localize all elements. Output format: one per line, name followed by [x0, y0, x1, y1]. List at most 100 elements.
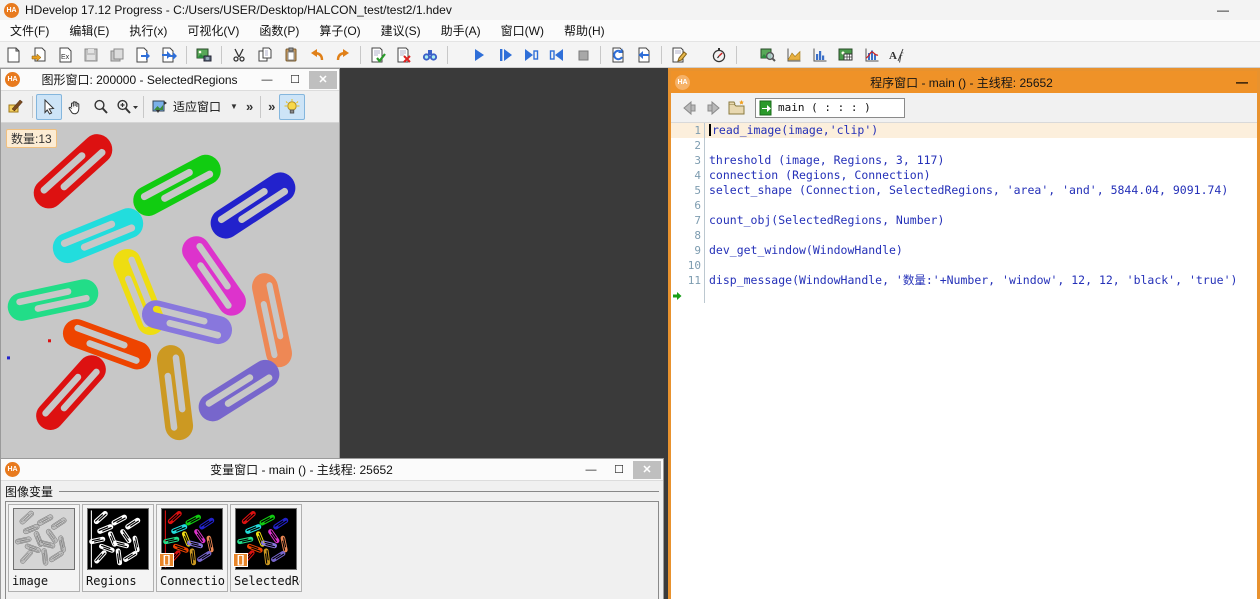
breakpoint-gutter[interactable]	[671, 138, 683, 153]
new-file-icon[interactable]	[1, 44, 25, 66]
step-into-icon[interactable]	[519, 44, 543, 66]
menu-item[interactable]: 文件(F)	[0, 19, 59, 42]
breakpoint-gutter[interactable]	[671, 123, 683, 138]
variable-tile-regions[interactable]: Regions	[82, 504, 154, 592]
feature-histogram-icon[interactable]	[860, 44, 884, 66]
variable-maximize-button[interactable]: ☐	[605, 461, 633, 479]
reset-program-icon[interactable]	[632, 44, 656, 66]
menu-item[interactable]: 帮助(H)	[554, 19, 615, 42]
graphics-window-title-bar[interactable]: HA 图形窗口: 200000 - SelectedRegions — ☐ ✕	[1, 69, 339, 91]
graphics-close-button[interactable]: ✕	[309, 70, 337, 89]
profiler-icon[interactable]	[707, 44, 731, 66]
code-editor[interactable]: 1 read_image(image,'clip') 2 3 threshold (im…	[671, 123, 1257, 599]
fit-window-combo[interactable]: 适应窗口 ▼	[147, 98, 242, 115]
load-program-icon[interactable]	[131, 44, 155, 66]
program-window-title-bar[interactable]: HA 程序窗口 - main () - 主线程: 25652 —	[671, 71, 1257, 93]
code-line[interactable]: 7 count_obj(SelectedRegions, Number)	[671, 213, 1257, 228]
code-line[interactable]: 2	[671, 138, 1257, 153]
graphics-toolbar: 适应窗口 ▼ » »	[1, 91, 339, 123]
graphics-minimize-button[interactable]: —	[253, 71, 281, 89]
run-icon[interactable]	[467, 44, 491, 66]
nav-forward-icon[interactable]	[701, 96, 725, 120]
deactivate-lines-icon[interactable]	[392, 44, 416, 66]
menu-item[interactable]: 算子(O)	[309, 19, 370, 42]
breakpoint-gutter[interactable]	[671, 153, 683, 168]
undo-icon[interactable]	[305, 44, 329, 66]
variable-tile-selectedregions[interactable]: [] SelectedRe	[230, 504, 302, 592]
activate-lines-icon[interactable]	[366, 44, 390, 66]
tuple-badge: []	[159, 553, 175, 567]
breakpoint-gutter[interactable]	[671, 258, 683, 273]
append-program-icon[interactable]	[157, 44, 181, 66]
save-icon[interactable]	[79, 44, 103, 66]
code-text: connection (Regions, Connection)	[709, 168, 931, 182]
bulb-suggestions-icon[interactable]	[279, 93, 306, 120]
code-line[interactable]: 1 read_image(image,'clip')	[671, 123, 1257, 138]
zoom-window-icon[interactable]	[756, 44, 780, 66]
toolbar-overflow-chevron-2[interactable]: »	[264, 99, 279, 114]
step-out-icon[interactable]	[545, 44, 569, 66]
menu-item[interactable]: 窗口(W)	[491, 19, 554, 42]
open-example-icon[interactable]: Ex	[53, 44, 77, 66]
step-over-icon[interactable]	[493, 44, 517, 66]
procedure-folder-icon[interactable]	[725, 96, 749, 120]
draw-parameters-icon[interactable]	[3, 94, 29, 120]
code-line[interactable]: 9 dev_get_window(WindowHandle)	[671, 243, 1257, 258]
code-line[interactable]: 3 threshold (image, Regions, 3, 117)	[671, 153, 1257, 168]
code-line[interactable]: 5 select_shape (Connection, SelectedRegio…	[671, 183, 1257, 198]
stop-icon[interactable]	[571, 44, 595, 66]
gray-profile-icon[interactable]	[782, 44, 806, 66]
breakpoint-gutter[interactable]	[671, 168, 683, 183]
menu-item[interactable]: 执行(x)	[119, 19, 177, 42]
menu-item[interactable]: 函数(P)	[249, 19, 309, 42]
variable-window-title-bar[interactable]: HA 变量窗口 - main () - 主线程: 25652 — ☐ ✕	[1, 459, 663, 481]
nav-back-icon[interactable]	[677, 96, 701, 120]
copy-icon[interactable]	[253, 44, 277, 66]
breakpoint-gutter[interactable]	[671, 273, 683, 288]
histogram-icon[interactable]	[808, 44, 832, 66]
menu-item[interactable]: 助手(A)	[431, 19, 491, 42]
redo-icon[interactable]	[331, 44, 355, 66]
pointer-tool-icon[interactable]	[36, 93, 62, 120]
code-line[interactable]: 6	[671, 198, 1257, 213]
save-all-icon[interactable]	[105, 44, 129, 66]
text-caret	[709, 124, 711, 136]
menu-item[interactable]: 编辑(E)	[59, 19, 119, 42]
variable-minimize-button[interactable]: —	[577, 461, 605, 479]
variable-tile-connection[interactable]: [] Connectior	[156, 504, 228, 592]
breakpoint-gutter[interactable]	[671, 243, 683, 258]
variable-close-button[interactable]: ✕	[633, 460, 661, 479]
magnify-tool-icon[interactable]	[88, 94, 114, 120]
line-number: 10	[683, 258, 705, 273]
zoom-in-tool-icon[interactable]	[114, 94, 140, 120]
reset-execution-icon[interactable]	[606, 44, 630, 66]
edit-code-icon[interactable]	[667, 44, 691, 66]
breakpoint-gutter[interactable]	[671, 228, 683, 243]
menu-item[interactable]: 建议(S)	[371, 19, 431, 42]
acquisition-assistant-icon[interactable]	[192, 44, 216, 66]
window-minimize-button[interactable]: —	[1208, 1, 1238, 19]
open-file-icon[interactable]	[27, 44, 51, 66]
graphics-maximize-button[interactable]: ☐	[281, 71, 309, 89]
ocr-training-icon[interactable]	[834, 44, 858, 66]
code-line[interactable]: 11 disp_message(WindowHandle, '数量:'+Numbe…	[671, 273, 1257, 288]
image-variables-section-label: 图像变量	[5, 484, 54, 499]
breakpoint-gutter[interactable]	[671, 198, 683, 213]
test-ocr-icon[interactable]: Af	[886, 44, 910, 66]
breakpoint-gutter[interactable]	[671, 213, 683, 228]
procedure-combo[interactable]: main ( : : : )	[755, 97, 905, 118]
menu-item[interactable]: 可视化(V)	[177, 19, 249, 42]
breakpoint-gutter[interactable]	[671, 183, 683, 198]
find-icon[interactable]	[418, 44, 442, 66]
toolbar-overflow-chevron[interactable]: »	[242, 99, 257, 114]
graphics-canvas[interactable]: 数量:13	[1, 123, 339, 461]
code-line[interactable]: 8	[671, 228, 1257, 243]
variable-tile-image[interactable]: image	[8, 504, 80, 592]
pan-tool-icon[interactable]	[62, 94, 88, 120]
cut-icon[interactable]	[227, 44, 251, 66]
paste-icon[interactable]	[279, 44, 303, 66]
program-minimize-button[interactable]: —	[1227, 73, 1257, 91]
code-line[interactable]: 10	[671, 258, 1257, 273]
code-line[interactable]: 4 connection (Regions, Connection)	[671, 168, 1257, 183]
